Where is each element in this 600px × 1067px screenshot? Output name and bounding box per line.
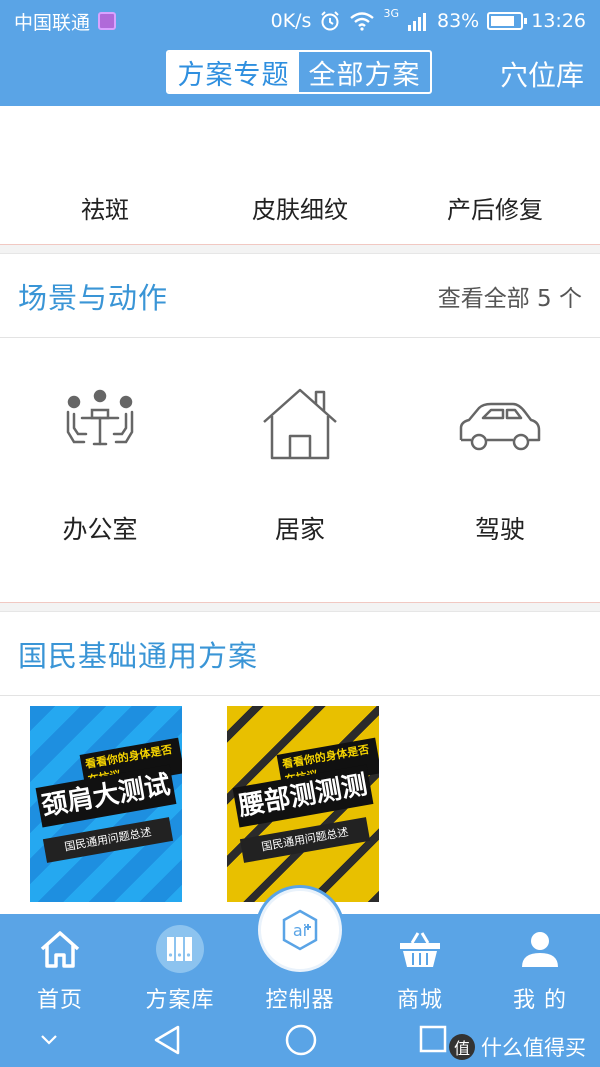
scenes-title: 场景与动作 <box>18 280 169 315</box>
plan-card-neck[interactable]: 看看你的身体是否在抗议 颈肩大测试 国民通用问题总述 肩颈 <box>30 706 182 914</box>
recents-icon[interactable] <box>418 1024 448 1054</box>
network-type: 3G <box>383 6 399 20</box>
scene-home[interactable]: 居家 <box>200 338 400 602</box>
watermark-logo: 值 <box>449 1034 475 1060</box>
network-speed: 0K/s <box>270 10 312 32</box>
tab-topics[interactable]: 方案专题 <box>168 52 299 92</box>
section-divider <box>0 602 600 612</box>
svg-text:ai: ai <box>293 921 307 940</box>
view-all-scenes-link[interactable]: 查看全部 5 个 <box>438 279 582 313</box>
binders-icon <box>156 925 204 973</box>
clock: 13:26 <box>531 10 586 32</box>
category-item-spots[interactable]: 祛斑 <box>5 190 205 225</box>
ai-controller-icon: ai <box>282 909 318 951</box>
photo-notification-icon <box>98 12 117 30</box>
plan-card-image: 看看你的身体是否在抗议 腰部测测测 国民通用问题总述 <box>227 706 379 902</box>
scene-driving[interactable]: 驾驶 <box>400 338 600 602</box>
plan-card-image: 看看你的身体是否在抗议 颈肩大测试 国民通用问题总述 <box>30 706 182 902</box>
watermark-text: 什么值得买 <box>481 1036 586 1060</box>
user-icon <box>522 932 558 967</box>
house-icon <box>263 388 337 460</box>
nav-shop-label: 商城 <box>396 988 443 1013</box>
chevron-down-icon[interactable] <box>40 1034 58 1046</box>
scene-office-label: 办公室 <box>62 515 138 544</box>
app-header: 方案专题 全部方案 穴位库 <box>0 42 600 106</box>
basket-icon <box>400 932 440 967</box>
watermark: 值 什么值得买 <box>449 1032 586 1062</box>
tab-all-plans[interactable]: 全部方案 <box>299 52 430 92</box>
plans-header: 国民基础通用方案 <box>0 612 600 696</box>
battery-percent: 83% <box>437 10 480 32</box>
category-item-postpartum[interactable]: 产后修复 <box>395 190 595 225</box>
nav-plans-label: 方案库 <box>145 988 215 1013</box>
scene-office[interactable]: 办公室 <box>0 338 200 602</box>
section-divider <box>0 244 600 254</box>
alarm-icon <box>321 11 340 31</box>
category-item-wrinkles[interactable]: 皮肤细纹 <box>200 190 400 225</box>
home-circle-icon[interactable] <box>284 1023 318 1057</box>
scenes-header: 场景与动作 查看全部 5 个 <box>0 254 600 338</box>
nav-controller-label: 控制器 <box>265 988 335 1013</box>
back-icon[interactable] <box>152 1024 182 1056</box>
nav-home[interactable]: 首页 <box>0 914 120 1014</box>
car-icon <box>459 402 541 451</box>
status-bar: 中国联通 0K/s 3G 83% 13:26 <box>0 0 600 42</box>
top-category-strip: 祛斑 皮肤细纹 产后修复 <box>0 106 600 244</box>
wifi-icon <box>350 12 375 31</box>
scene-home-label: 居家 <box>274 515 325 544</box>
plan-card-waist[interactable]: 看看你的身体是否在抗议 腰部测测测 国民通用问题总述 <box>227 706 379 914</box>
nav-shop[interactable]: 商城 <box>360 914 480 1014</box>
home-icon <box>40 931 80 968</box>
controller-button[interactable]: ai <box>258 888 342 972</box>
nav-me-label: 我 的 <box>513 988 567 1013</box>
main-content[interactable]: 祛斑 皮肤细纹 产后修复 场景与动作 查看全部 5 个 办公室 居家 驾驶 国民… <box>0 106 600 914</box>
battery-icon <box>487 12 528 30</box>
acupoint-library-link[interactable]: 穴位库 <box>500 54 584 94</box>
carrier-name: 中国联通 <box>14 11 91 34</box>
plans-title: 国民基础通用方案 <box>18 638 259 673</box>
nav-me[interactable]: 我 的 <box>480 914 600 1014</box>
office-meeting-icon <box>66 389 134 446</box>
plan-card-list: 看看你的身体是否在抗议 颈肩大测试 国民通用问题总述 肩颈 看看你的身体是否在抗… <box>0 696 600 914</box>
nav-home-label: 首页 <box>36 988 83 1013</box>
signal-icon <box>408 13 426 31</box>
scene-driving-label: 驾驶 <box>474 515 525 544</box>
segment-control: 方案专题 全部方案 <box>166 50 432 94</box>
nav-plans[interactable]: 方案库 <box>120 914 240 1014</box>
scene-list: 办公室 居家 驾驶 <box>0 338 600 602</box>
